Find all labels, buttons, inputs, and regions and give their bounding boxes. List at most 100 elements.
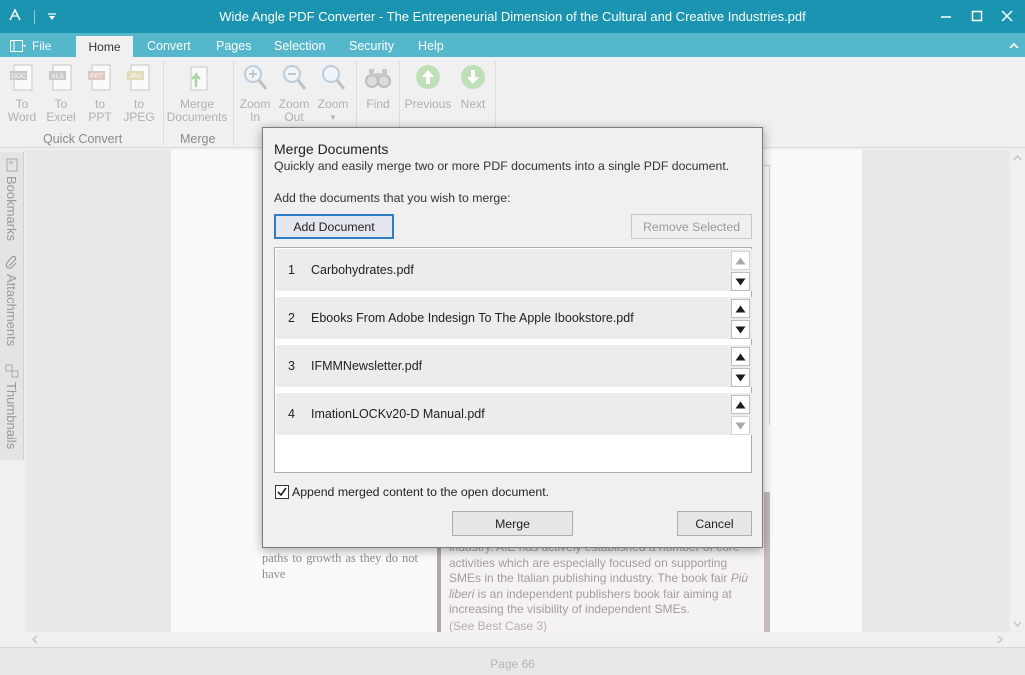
scroll-up-icon[interactable] (1010, 152, 1025, 164)
list-item[interactable]: 1 Carbohydrates.pdf (276, 249, 752, 291)
thumbnails-icon (5, 364, 19, 378)
list-item[interactable]: 2 Ebooks From Adobe Indesign To The Appl… (276, 297, 752, 339)
thumbnails-label: Thumbnails (4, 382, 19, 450)
document-list[interactable]: 1 Carbohydrates.pdf 2 Ebooks From Adobe … (274, 247, 752, 473)
zoom-line2: ▾ (330, 112, 336, 122)
triangle-down-icon (735, 278, 746, 285)
move-down-button[interactable] (731, 416, 750, 435)
list-item-filename: ImationLOCKv20-D Manual.pdf (311, 407, 485, 421)
zoom-out-icon (280, 63, 308, 93)
add-document-button[interactable]: Add Document (274, 214, 394, 239)
file-menu-label: File (32, 38, 52, 53)
list-item-filename: Ebooks From Adobe Indesign To The Apple … (311, 311, 634, 325)
case-box-text-part: is an independent publishers book fair a… (449, 586, 732, 617)
to-excel-button[interactable]: XLS To Excel (41, 63, 81, 124)
collapse-ribbon-button[interactable] (1009, 38, 1019, 52)
move-down-button[interactable] (731, 272, 750, 291)
xls-icon: XLS (47, 63, 75, 93)
menu-bar: File Home Convert Pages Selection Securi… (0, 33, 1025, 57)
maximize-icon (971, 10, 983, 22)
find-button[interactable]: Find (358, 63, 398, 111)
zoom-dropdown-button[interactable]: Zoom ▾ (313, 63, 353, 124)
case-box-citation: (See Best Case 3) (449, 619, 548, 633)
tab-convert[interactable]: Convert (147, 39, 191, 53)
window-title: Wide Angle PDF Converter - The Entrepene… (219, 9, 806, 24)
to-word-button[interactable]: DOC To Word (2, 63, 42, 124)
tab-security[interactable]: Security (349, 39, 394, 53)
horizontal-scrollbar[interactable] (25, 632, 1010, 647)
minimize-icon (941, 16, 951, 18)
list-item[interactable]: 3 IFMMNewsletter.pdf (276, 345, 752, 387)
triangle-down-icon (735, 374, 746, 381)
zoom-out-button[interactable]: Zoom Out (274, 63, 314, 124)
move-up-button[interactable] (731, 251, 750, 270)
page-indicator: Page 66 (490, 657, 535, 671)
list-item[interactable]: 4 ImationLOCKv20-D Manual.pdf (276, 393, 752, 435)
move-up-button[interactable] (731, 299, 750, 318)
append-checkbox-label[interactable]: Append merged content to the open docume… (292, 485, 549, 499)
remove-selected-button[interactable]: Remove Selected (631, 214, 752, 239)
move-down-button[interactable] (731, 320, 750, 339)
minimize-button[interactable] (929, 4, 963, 28)
tab-help[interactable]: Help (418, 39, 444, 53)
cancel-button[interactable]: Cancel (677, 511, 752, 536)
bookmarks-label: Bookmarks (4, 176, 19, 242)
move-down-button[interactable] (731, 368, 750, 387)
close-button[interactable] (990, 4, 1024, 28)
tab-attachments[interactable]: Attachments (3, 254, 21, 358)
paperclip-icon (5, 256, 17, 269)
quick-convert-group-label: Quick Convert (43, 132, 123, 146)
dialog-subtitle: Quickly and easily merge two or more PDF… (274, 159, 730, 173)
to-ppt-button[interactable]: PPT to PPT (80, 63, 120, 124)
next-label: Next (460, 97, 486, 111)
merge-documents-button[interactable]: Merge Documents (166, 63, 228, 124)
tab-home[interactable]: Home (76, 36, 133, 57)
merge-group-label: Merge (180, 132, 216, 146)
previous-label: Previous (404, 97, 452, 111)
zoom-out-line2: Out (284, 110, 304, 124)
scroll-down-icon[interactable] (1010, 618, 1025, 630)
next-button[interactable]: Next (453, 63, 493, 111)
list-item-index: 3 (288, 359, 295, 373)
maximize-button[interactable] (960, 4, 994, 28)
binoculars-icon (364, 63, 392, 93)
page-frame-line (764, 165, 770, 425)
triangle-up-icon (735, 257, 746, 264)
status-bar: Page 66 (0, 647, 1025, 675)
move-up-button[interactable] (731, 395, 750, 414)
zoom-icon (319, 63, 347, 93)
list-item-index: 2 (288, 311, 295, 325)
previous-button[interactable]: Previous (404, 63, 452, 111)
merge-button[interactable]: Merge (452, 511, 573, 536)
arrow-up-circle-icon (414, 63, 442, 93)
append-checkbox[interactable] (275, 485, 289, 499)
list-item-index: 1 (288, 263, 295, 277)
zoom-line1: Zoom (317, 97, 349, 111)
dialog-title: Merge Documents (274, 141, 389, 157)
zoom-in-button[interactable]: Zoom In (235, 63, 275, 124)
case-box-text: industry. AIE has actively established a… (449, 540, 761, 618)
tab-bookmarks[interactable]: Bookmarks (3, 156, 21, 252)
svg-text:PPT: PPT (90, 73, 103, 80)
doc-icon: DOC (8, 63, 36, 93)
list-item-filename: IFMMNewsletter.pdf (311, 359, 423, 373)
to-word-line2: Word (7, 110, 37, 124)
tab-pages[interactable]: Pages (216, 39, 251, 53)
scroll-right-icon[interactable] (994, 632, 1006, 647)
tab-selection[interactable]: Selection (274, 39, 325, 53)
vertical-scrollbar[interactable] (1010, 150, 1025, 632)
move-up-button[interactable] (731, 347, 750, 366)
svg-text:DOC: DOC (11, 73, 26, 80)
to-ppt-line2: PPT (88, 110, 112, 124)
triangle-up-icon (735, 305, 746, 312)
zoom-in-line2: In (249, 110, 260, 124)
list-item-index: 4 (288, 407, 295, 421)
triangle-down-icon (735, 326, 746, 333)
jpg-icon: JPG (125, 63, 153, 93)
find-label: Find (366, 97, 390, 111)
side-panel-tabs: Bookmarks Attachments Thumbnails (0, 152, 24, 460)
to-jpeg-button[interactable]: JPG to JPEG (119, 63, 159, 124)
file-menu-button[interactable]: File (4, 36, 57, 55)
tab-thumbnails[interactable]: Thumbnails (3, 362, 21, 458)
scroll-left-icon[interactable] (29, 632, 41, 647)
